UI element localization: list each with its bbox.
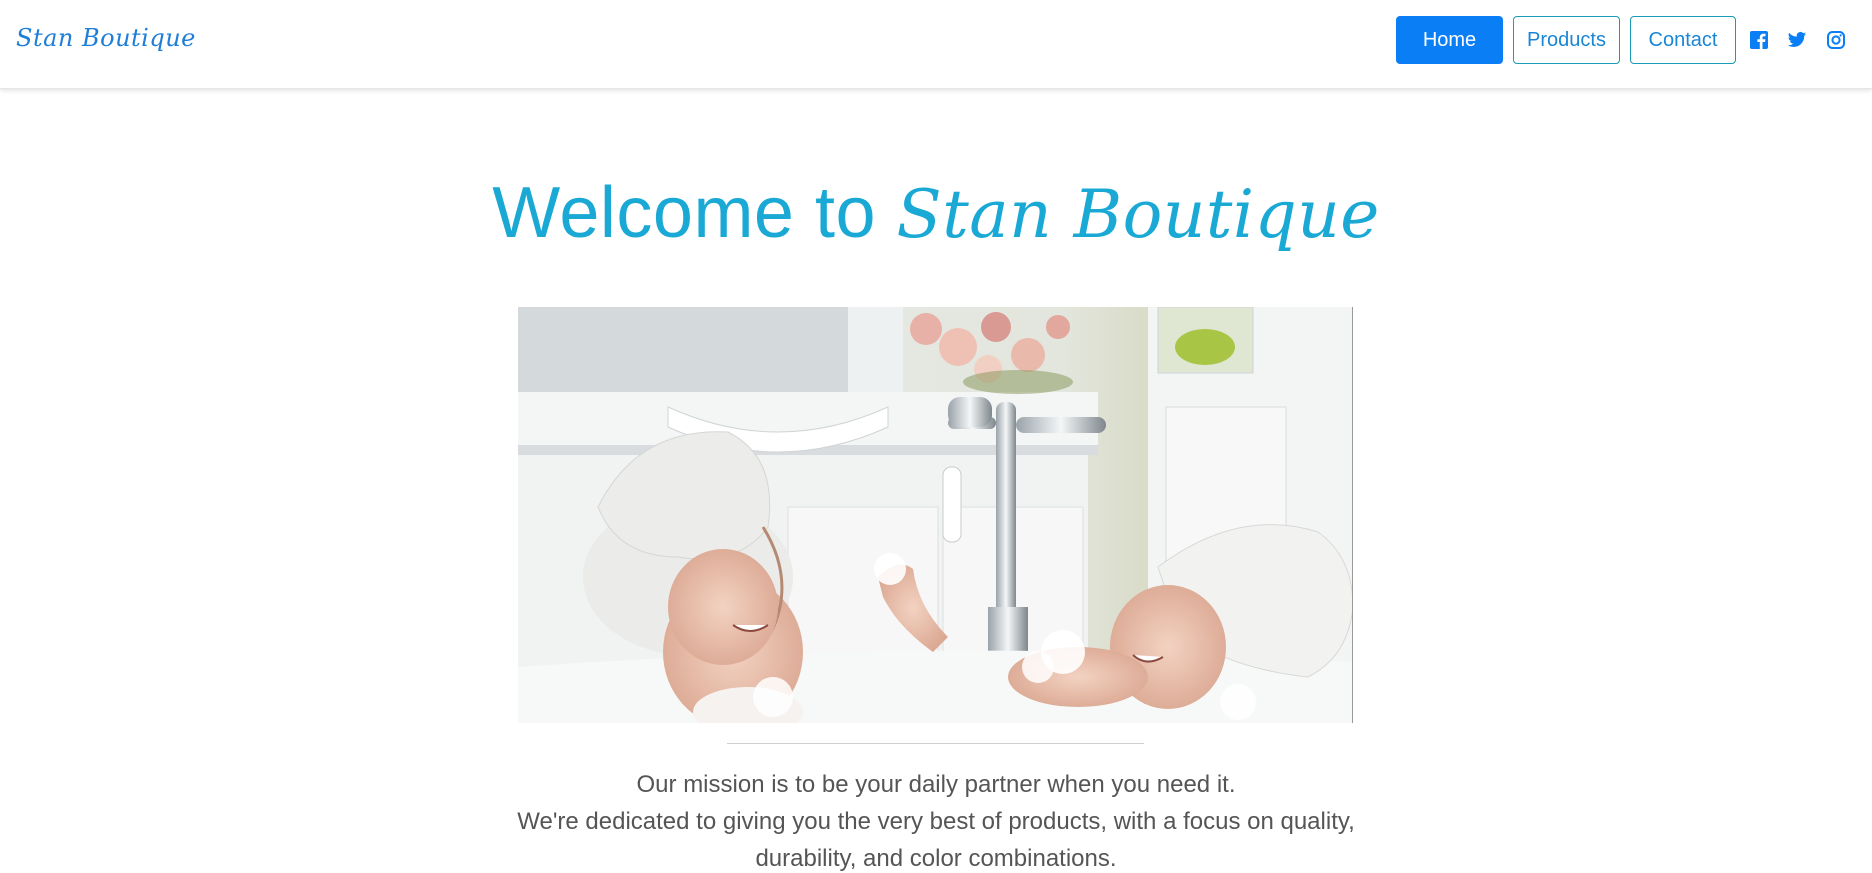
section-divider [727,743,1144,744]
home-button[interactable]: Home [1396,16,1503,64]
title-prefix: Welcome to [492,173,897,253]
mission-statement: Our mission is to be your daily partner … [470,766,1402,873]
page-title: Welcome to Stan Boutique [0,172,1872,254]
facebook-icon[interactable] [1749,30,1769,50]
navbar: Stan Boutique Home Products Contact [0,0,1872,89]
hero-image [518,307,1353,723]
products-button[interactable]: Products [1513,16,1620,64]
title-brand: Stan Boutique [896,176,1380,253]
instagram-icon[interactable] [1826,30,1846,50]
contact-button[interactable]: Contact [1630,16,1736,64]
bathroom-photo [518,307,1352,723]
mission-line-1: Our mission is to be your daily partner … [636,771,1236,798]
brand-logo-link[interactable]: Stan Boutique [16,24,196,52]
mission-line-2: We're dedicated to giving you the very b… [517,808,1355,872]
twitter-icon[interactable] [1787,30,1807,50]
